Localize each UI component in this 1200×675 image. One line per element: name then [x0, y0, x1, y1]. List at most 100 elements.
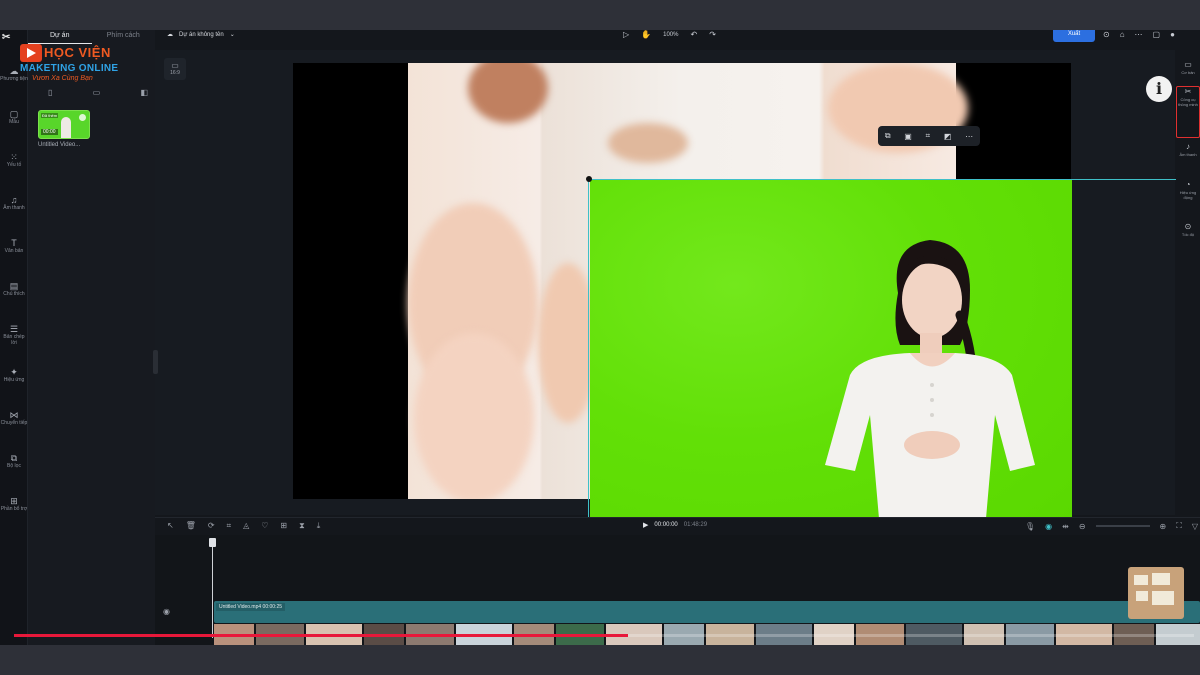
rail-item-label: Bộ lọc: [7, 463, 21, 469]
mask-icon[interactable]: ▣: [904, 132, 912, 141]
rail-item-label: Chú thích: [3, 291, 25, 297]
filter-icon: ⧉: [10, 453, 18, 463]
rail-item-label: Hiệu ứng: [3, 377, 25, 383]
chevron-down-icon: ⌄: [229, 32, 235, 38]
hand-icon[interactable]: ✋: [641, 30, 651, 39]
microphone-icon[interactable]: 🎙: [1025, 522, 1035, 531]
tool-label: Hiệu ứng động: [1179, 190, 1197, 200]
ratio-icon: ▭: [171, 61, 179, 70]
media-item-thumbnail[interactable]: Đã thêm 00:00: [38, 110, 90, 139]
delete-icon[interactable]: 🗑: [186, 521, 196, 531]
hourglass-icon[interactable]: ⧗: [299, 521, 305, 531]
tool-basic[interactable]: ▭ Cơ bản: [1176, 60, 1200, 75]
pointer-icon[interactable]: ▷: [623, 30, 629, 39]
text-icon: T: [11, 238, 17, 248]
replace-icon[interactable]: ⧉: [885, 131, 891, 141]
play-icon[interactable]: ▶: [643, 521, 648, 529]
aspect-ratio-button[interactable]: ▭ 16:9: [164, 58, 186, 80]
more-options-icon[interactable]: ⋯: [965, 132, 973, 141]
screen-record-icon[interactable]: ◧: [140, 88, 148, 97]
zoom-in-icon[interactable]: ⊕: [1160, 522, 1167, 531]
undo-icon[interactable]: ↶: [690, 30, 697, 39]
split-icon[interactable]: ⟳: [208, 521, 215, 531]
resize-handle[interactable]: [586, 176, 592, 182]
zoom-out-icon[interactable]: ⊖: [1079, 522, 1086, 531]
rail-item-audio[interactable]: ♫ Âm thanh: [0, 195, 28, 211]
tool-label: Âm thanh: [1179, 152, 1197, 157]
magnet-icon[interactable]: ◉: [1045, 522, 1052, 531]
left-rail: ✂ ☁ Phương tiện ▢ Mẫu ⁙ Yếu tố ♫ Âm thanh T Văn b…: [0, 30, 28, 645]
rail-item-elements[interactable]: ⁙ Yếu tố: [0, 152, 28, 168]
rail-item-template[interactable]: ▢ Mẫu: [0, 109, 28, 125]
rail-item-label: Chuyển tiếp: [0, 420, 28, 426]
rail-item-transcript[interactable]: ☰ Bản chép lời: [0, 324, 28, 346]
rail-item-text[interactable]: T Văn bản: [0, 238, 28, 254]
brand-line-2: MAKETING ONLINE: [20, 63, 119, 74]
project-title[interactable]: ☁ Dự án không tên ⌄: [167, 31, 235, 39]
tool-audio[interactable]: ♪ Âm thanh: [1176, 142, 1200, 157]
timeline-zoom-slider[interactable]: [1095, 525, 1150, 527]
thumb-card-4: [1152, 591, 1174, 605]
help-icon[interactable]: ⊙: [1103, 30, 1110, 39]
speed-icon: ⊙: [1184, 222, 1192, 231]
total-time: 01:48:29: [683, 522, 708, 528]
favorite-icon[interactable]: ♡: [261, 521, 268, 531]
current-time: 00:00:00: [654, 522, 678, 528]
tool-label: Tốc độ: [1181, 232, 1195, 237]
baby-face-2: [414, 333, 534, 499]
rail-item-label: Bản chép lời: [3, 334, 25, 346]
rail-item-captions[interactable]: ▤ Chú thích: [0, 281, 28, 297]
top-bar: ☁ Dự án không tên ⌄ ▷ ✋ 100% ↶ ↷ Xuất ⊙ …: [155, 30, 1200, 42]
media-icon: ☁: [9, 66, 19, 76]
effects-icon: ✦: [10, 367, 18, 377]
playhead-handle[interactable]: [209, 538, 216, 547]
header-right-actions: ⊙ ⌂ ⋯ ▢ ●: [1103, 30, 1175, 39]
share-icon[interactable]: ⌂: [1120, 30, 1125, 39]
export-button[interactable]: Xuất: [1053, 30, 1095, 42]
rail-item-filter[interactable]: ⧉ Bộ lọc: [0, 453, 28, 469]
link-icon[interactable]: ⇹: [1062, 522, 1069, 531]
tool-label: Công cụ thông minh: [1178, 97, 1198, 107]
rail-item-effects[interactable]: ✦ Hiệu ứng: [0, 367, 28, 383]
adjust-icon[interactable]: ⊞: [280, 521, 287, 531]
video-top-band: [0, 0, 1200, 30]
tool-speed[interactable]: ⊙ Tốc độ: [1176, 222, 1200, 237]
thumb-card-1: [1134, 575, 1148, 585]
rail-item-transition[interactable]: ⋈ Chuyển tiếp: [0, 410, 28, 426]
zoom-select[interactable]: 100%: [663, 32, 678, 38]
player-progress-fill: [14, 634, 628, 637]
select-check-icon[interactable]: [79, 114, 86, 121]
green-screen-layer[interactable]: [590, 180, 1072, 530]
layout-icon[interactable]: ▢: [1153, 30, 1161, 39]
download-icon[interactable]: ⤓: [317, 521, 321, 531]
rail-item-plugins[interactable]: ⊞ Phần bổ trợ: [0, 496, 28, 512]
video-clip-track[interactable]: [214, 601, 1200, 623]
panel-collapse-handle[interactable]: [153, 350, 158, 374]
timeline-right-tools: 🎙 ◉ ⇹ ⊖ ⊕ ⛶ ▽: [1025, 521, 1198, 531]
thumbnail-figure: [61, 117, 71, 138]
avatar[interactable]: ●: [1170, 30, 1175, 39]
tool-smart-tools[interactable]: ✂ Công cụ thông minh: [1176, 86, 1200, 138]
fit-icon[interactable]: ⛶: [1176, 521, 1182, 531]
rail-item-label: Phần bổ trợ: [0, 506, 28, 512]
tool-label: Cơ bản: [1181, 70, 1195, 75]
crop-icon[interactable]: ⌗: [926, 131, 931, 141]
track-visibility-icon[interactable]: ◉: [163, 607, 170, 616]
redo-icon[interactable]: ↷: [709, 30, 716, 39]
select-tool-icon[interactable]: ↖: [167, 521, 174, 531]
ratio-label: 16:9: [170, 70, 180, 76]
rail-item-label: Âm thanh: [3, 205, 25, 211]
timecode: ▶ 00:00:00 01:48:29: [643, 521, 707, 529]
flip-icon[interactable]: ◬: [243, 521, 249, 531]
remove-bg-icon[interactable]: ◩: [944, 132, 952, 141]
plugins-icon: ⊞: [10, 496, 18, 506]
elements-icon: ⁙: [10, 152, 18, 162]
comment-icon[interactable]: ▽: [1192, 522, 1198, 531]
layer-toolbar: ⧉ ▣ ⌗ ◩ ⋯: [878, 126, 980, 146]
audio-icon: ♫: [10, 195, 18, 205]
tool-animation[interactable]: ◔ Hiệu ứng động: [1176, 180, 1200, 200]
brand-slogan: Vươn Xa Cùng Bạn: [32, 75, 93, 82]
crop-tool-icon[interactable]: ⌗: [227, 521, 232, 531]
more-icon[interactable]: ⋯: [1135, 30, 1143, 39]
info-icon[interactable]: i: [1146, 76, 1172, 102]
